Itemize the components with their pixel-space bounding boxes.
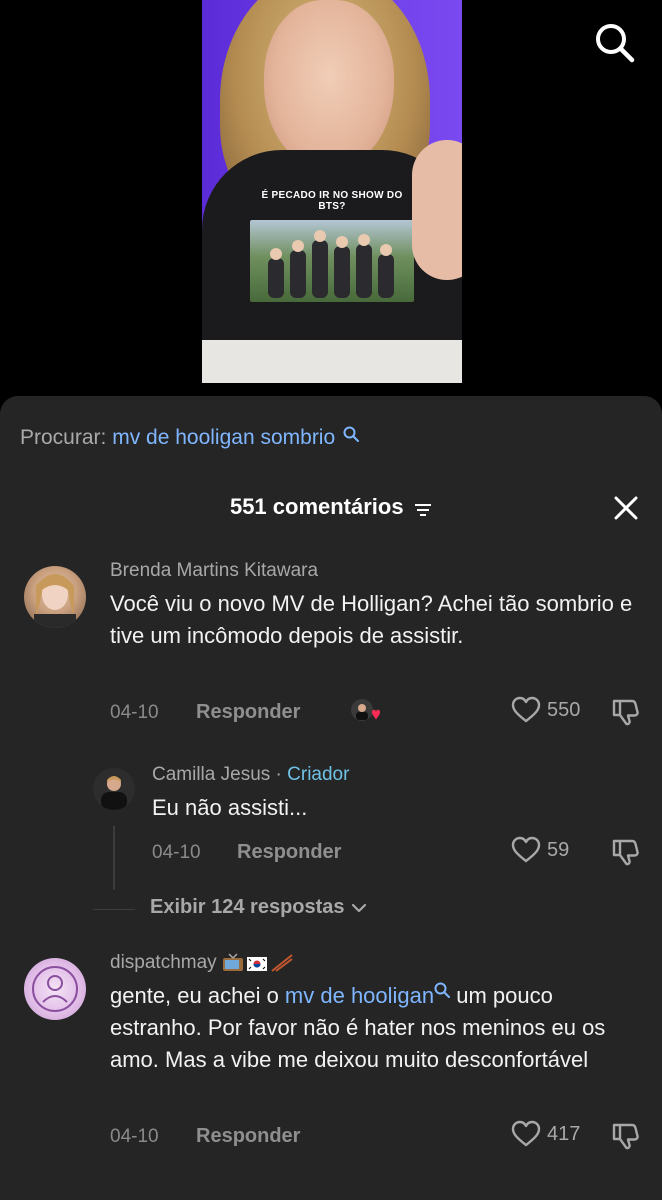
heart-icon bbox=[511, 836, 541, 863]
comment-text: Você viu o novo MV de Holligan? Achei tã… bbox=[110, 591, 633, 648]
like-button[interactable]: 59 bbox=[511, 836, 569, 864]
tv-emoji-icon bbox=[222, 953, 243, 971]
dislike-button[interactable] bbox=[610, 697, 640, 732]
dislike-icon bbox=[612, 839, 639, 866]
dislike-icon bbox=[612, 699, 639, 726]
heart-icon bbox=[511, 696, 541, 723]
search-suggestion-query[interactable]: mv de hooligan sombrio bbox=[112, 426, 335, 449]
group-photo-image bbox=[268, 230, 394, 298]
search-button[interactable] bbox=[592, 20, 636, 64]
view-replies-button[interactable]: Exibir 124 respostas bbox=[150, 896, 367, 919]
reply-item: Camilla Jesus · Criador Eu não assisti..… bbox=[0, 764, 662, 894]
search-link[interactable]: mv de hooligan bbox=[285, 983, 434, 1008]
view-replies-label: Exibir 124 respostas bbox=[150, 896, 345, 918]
chevron-down-icon bbox=[351, 903, 366, 912]
reply-author: Camilla Jesus · Criador bbox=[152, 764, 349, 786]
avatar[interactable] bbox=[24, 958, 86, 1020]
comment-author: dispatchmay bbox=[110, 952, 294, 974]
reply-text: Eu não assisti... bbox=[152, 795, 308, 820]
creator-badge: Criador bbox=[287, 764, 350, 785]
comment-date: 04-10 bbox=[110, 1126, 159, 1147]
close-button[interactable] bbox=[610, 492, 642, 524]
heart-icon bbox=[511, 1120, 541, 1147]
comments-sheet: Procurar: mv de hooligan sombrio 551 com… bbox=[0, 396, 662, 1200]
reply-button[interactable]: Responder bbox=[237, 841, 341, 864]
emoji-icons bbox=[222, 953, 293, 972]
reply-date: 04-10 bbox=[152, 842, 201, 863]
like-button[interactable]: 417 bbox=[511, 1120, 580, 1148]
shirt-text: É PECADO IR NO SHOW DO BTS? bbox=[261, 190, 403, 212]
close-icon bbox=[614, 496, 638, 520]
like-count: 59 bbox=[547, 838, 570, 861]
dislike-button[interactable] bbox=[610, 837, 640, 872]
comment-text: gente, eu achei o mv de hooligan um pouc… bbox=[110, 980, 640, 1076]
shirt-photo bbox=[250, 220, 414, 302]
creator-liked-icon bbox=[351, 699, 380, 721]
comments-header: 551 comentários bbox=[0, 490, 662, 524]
comment-count: 551 comentários bbox=[229, 494, 404, 519]
author-separator: · bbox=[270, 764, 288, 785]
chopsticks-icon bbox=[271, 954, 293, 972]
reply-button[interactable]: Responder bbox=[196, 1125, 300, 1148]
video-area[interactable]: É PECADO IR NO SHOW DO BTS? bbox=[0, 0, 662, 400]
search-suggestion[interactable]: Procurar: mv de hooligan sombrio bbox=[20, 424, 359, 452]
comment-author[interactable]: Brenda Martins Kitawara bbox=[110, 560, 318, 582]
filter-icon[interactable] bbox=[414, 502, 432, 518]
dislike-button[interactable] bbox=[610, 1121, 640, 1156]
reply-button[interactable]: Responder bbox=[196, 701, 300, 724]
korea-flag-icon bbox=[246, 956, 267, 971]
comment-text-before: gente, eu achei o bbox=[110, 983, 285, 1008]
dislike-icon bbox=[612, 1123, 639, 1150]
search-icon bbox=[343, 426, 359, 442]
comment-item: dispatchmay gente, eu achei o mv de hool… bbox=[0, 952, 662, 1182]
table-surface bbox=[202, 340, 462, 383]
shirt-print: É PECADO IR NO SHOW DO BTS? bbox=[248, 190, 416, 315]
search-icon bbox=[434, 982, 451, 998]
like-count: 417 bbox=[547, 1122, 581, 1145]
avatar[interactable] bbox=[93, 768, 135, 810]
person-face bbox=[264, 0, 394, 170]
like-button[interactable]: 550 bbox=[511, 696, 580, 724]
creator-liked-indicator bbox=[350, 698, 382, 726]
video-frame[interactable]: É PECADO IR NO SHOW DO BTS? bbox=[202, 0, 462, 383]
search-icon bbox=[596, 24, 635, 63]
replies-divider bbox=[93, 909, 135, 910]
comment-author-name[interactable]: dispatchmay bbox=[110, 952, 217, 973]
like-count: 550 bbox=[547, 698, 581, 721]
comment-date: 04-10 bbox=[110, 702, 159, 723]
avatar[interactable] bbox=[24, 566, 86, 628]
search-suggestion-label: Procurar: bbox=[20, 426, 107, 449]
reply-author-name[interactable]: Camilla Jesus bbox=[152, 764, 270, 785]
hand bbox=[412, 140, 462, 280]
comment-item: Brenda Martins Kitawara Você viu o novo … bbox=[0, 560, 662, 740]
thread-line bbox=[113, 826, 115, 890]
